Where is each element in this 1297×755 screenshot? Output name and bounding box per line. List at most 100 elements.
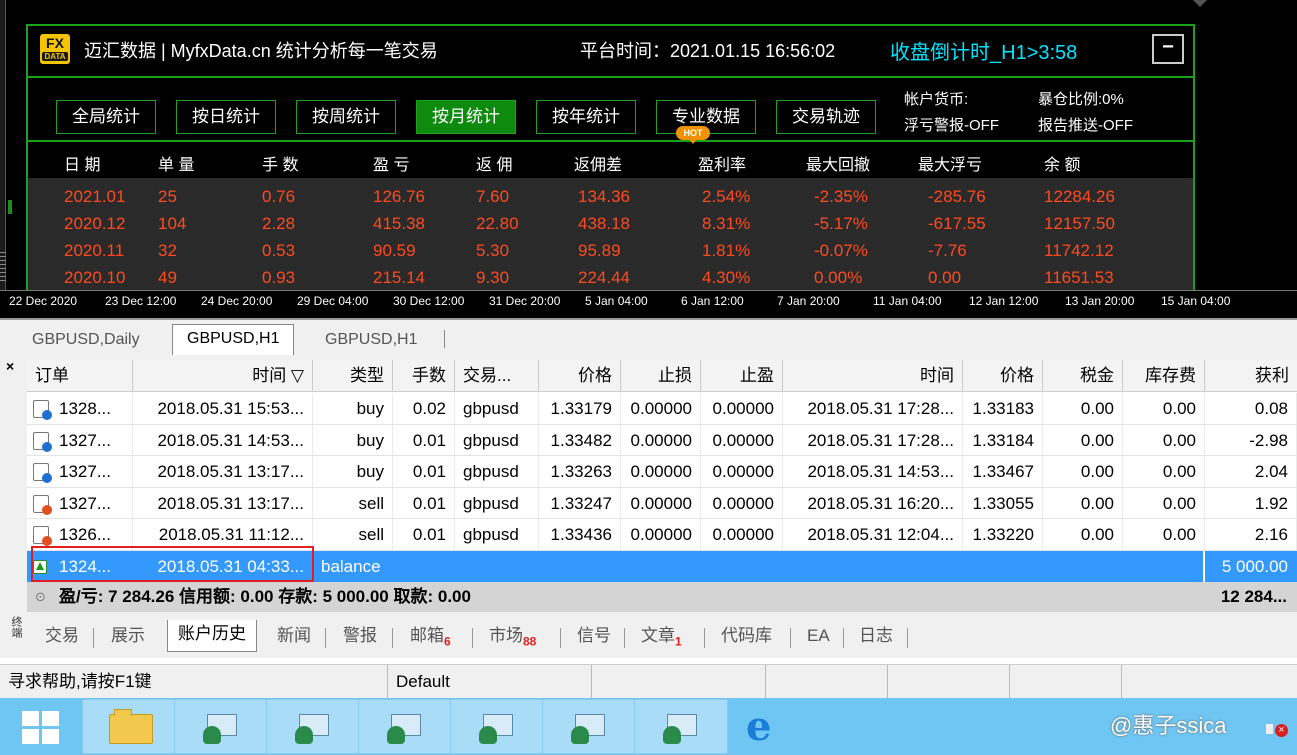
summary-icon: ⊙ [35,589,46,604]
chart-scroll-grip[interactable] [0,252,6,282]
close-terminal-icon[interactable]: × [6,358,14,374]
windows-start-icon [22,711,62,745]
time-tick: 23 Dec 12:00 [105,294,177,308]
platform-time: 平台时间：2021.01.15 16:56:02 [580,41,836,61]
col-take-profit[interactable]: 止盈 [701,360,783,392]
taskbar-mt4-6[interactable] [634,699,728,754]
internet-explorer-icon: e [746,703,772,750]
tab-alerts[interactable]: 警报 [333,622,387,650]
tab-separator [93,628,94,648]
nav-weekly-stats[interactable]: 按周统计 [296,100,396,134]
mt4-terminal-icon [385,712,425,744]
tab-exposure[interactable]: 展示 [101,622,155,650]
taskbar-mt4-5[interactable] [542,699,636,754]
taskbar-internet-explorer[interactable]: e [728,699,822,754]
terminal-tabs: 交易 展示 账户历史 新闻 警报 邮箱6 市场88 信号 文章1 代码库 EA … [27,618,1297,652]
chart-price-marker [8,200,12,214]
minimize-panel-button[interactable]: − [1152,34,1184,64]
terminal-panel: × 终端 订单 时间 ▽ 类型 手数 交易... 价格 止损 止盈 时间 价格 … [0,356,1297,658]
tab-code-base[interactable]: 代码库 [711,622,782,650]
tab-trade[interactable]: 交易 [35,622,89,650]
stats-nav: HOT 全局统计 按日统计 按周统计 按月统计 按年统计 专业数据 交易轨迹 帐… [28,76,1193,144]
time-tick: 11 Jan 04:00 [873,294,942,308]
taskbar-mt4-3[interactable] [358,699,452,754]
balance-deposit-icon [33,560,47,574]
time-tick: 7 Jan 20:00 [777,294,840,308]
tab-market[interactable]: 市场88 [479,622,546,650]
tab-separator [704,628,705,648]
tab-experts[interactable]: EA [797,622,840,650]
col-stop-loss[interactable]: 止损 [621,360,701,392]
monthly-row: 2020.11 32 0.53 90.59 5.30 95.89 1.81% -0.07% -7… [64,241,1114,260]
tab-separator [392,628,393,648]
float-loss-alert-toggle[interactable]: 浮亏警报-OFF [904,114,999,135]
table-row[interactable]: 1327... 2018.05.31 14:53... buy 0.01 gbp… [27,424,1297,457]
col-open-price[interactable]: 价格 [539,360,621,392]
tab-separator [843,628,844,648]
table-row[interactable]: 1326... 2018.05.31 11:12... sell 0.01 gb… [27,519,1297,551]
panel-header: FX DATA 迈汇数据 | MyfxData.cn 统计分析每一笔交易 平台时间… [28,26,1193,74]
col-date: 日 期 [64,157,101,174]
start-button[interactable] [0,699,94,754]
tab-articles[interactable]: 文章1 [631,622,692,650]
col-taxes[interactable]: 税金 [1043,360,1123,392]
col-size[interactable]: 手数 [393,360,455,392]
status-cell [592,665,766,699]
chart-left-scale [0,0,6,290]
col-close-price[interactable]: 价格 [963,360,1043,392]
time-tick: 6 Jan 12:00 [681,294,744,308]
buy-order-icon [33,400,52,420]
table-row[interactable]: 1327... 2018.05.31 13:17... buy 0.01 gbp… [27,456,1297,488]
nav-trade-track[interactable]: 交易轨迹 [776,100,876,134]
chart-shift-marker[interactable] [1193,0,1207,7]
tab-account-history[interactable]: 账户历史 [167,620,257,652]
report-push-toggle[interactable]: 报告推送-OFF [1038,114,1133,135]
nav-yearly-stats[interactable]: 按年统计 [536,100,636,134]
chart-time-axis: 22 Dec 2020 23 Dec 12:00 24 Dec 20:00 29… [0,290,1297,318]
col-close-time[interactable]: 时间 [783,360,963,392]
time-tick: 22 Dec 2020 [9,294,78,308]
taskbar-mt4-4[interactable] [450,699,544,754]
col-pnl: 盈 亏 [373,157,410,174]
col-order[interactable]: 订单 [27,360,133,392]
candle-countdown: 收盘倒计时_H1>3:58 [890,42,1078,64]
tab-journal[interactable]: 日志 [849,622,903,650]
monthly-row: 2020.12 104 2.28 415.38 22.80 438.18 8.31% -5.1… [64,214,1115,233]
taskbar-mt4-2[interactable] [266,699,360,754]
table-row-selected[interactable]: 1324... 2018.05.31 04:33... balance 5 00… [27,551,1297,583]
col-type[interactable]: 类型 [313,360,393,392]
nav-daily-stats[interactable]: 按日统计 [176,100,276,134]
taskbar-file-explorer[interactable] [82,699,176,754]
col-profit[interactable]: 获利 [1205,360,1297,392]
time-tick: 12 Jan 12:00 [969,294,1039,308]
status-profile[interactable]: Default [388,665,592,699]
nav-overall-stats[interactable]: 全局统计 [56,100,156,134]
table-row[interactable]: 1328... 2018.05.31 15:53... buy 0.02 gbp… [27,393,1297,425]
tab-signals[interactable]: 信号 [567,622,621,650]
table-row[interactable]: 1327... 2018.05.31 13:17... sell 0.01 gb… [27,487,1297,520]
col-rebate-diff: 返佣差 [574,157,623,174]
mailbox-count-badge: 6 [444,634,451,649]
tab-news[interactable]: 新闻 [267,622,321,650]
tab-gbpusd-h1-active[interactable]: GBPUSD,H1 [172,324,295,355]
sell-order-icon [33,494,52,515]
terminal-side-label: 终端 [10,616,22,638]
time-tick: 31 Dec 20:00 [489,294,561,308]
col-symbol[interactable]: 交易... [455,360,539,392]
tab-separator [472,628,473,648]
cell-divider [1203,551,1205,582]
col-swap[interactable]: 库存费 [1123,360,1205,392]
tab-gbpusd-h1[interactable]: GBPUSD,H1 [311,326,431,354]
buy-order-icon [33,463,52,484]
sell-order-icon [33,526,52,547]
col-open-time[interactable]: 时间 ▽ [133,360,313,392]
taskbar-mt4-1[interactable] [174,699,268,754]
summary-text: 盈/亏: 7 284.26 信用额: 0.00 存款: 5 000.00 取款:… [59,587,471,606]
account-currency-label: 帐户货币: [904,91,969,108]
nav-monthly-stats[interactable]: 按月统计 [416,100,516,134]
price-chart[interactable]: FX DATA 迈汇数据 | MyfxData.cn 统计分析每一笔交易 平台时间… [0,0,1297,318]
tab-gbpusd-daily[interactable]: GBPUSD,Daily [18,326,154,354]
tab-mailbox[interactable]: 邮箱6 [400,622,461,650]
col-balance: 余 额 [1044,157,1081,174]
volume-muted-icon[interactable] [1266,720,1288,738]
